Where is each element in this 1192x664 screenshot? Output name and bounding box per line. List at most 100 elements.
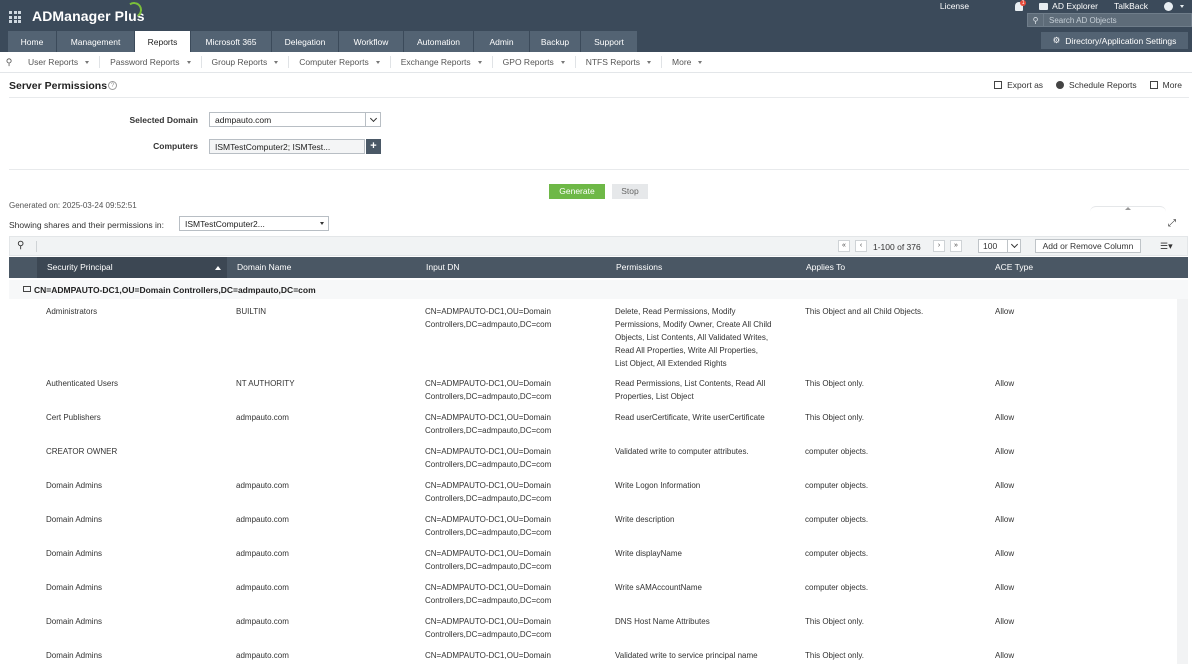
cell-domain-name: admpauto.com bbox=[236, 583, 289, 592]
search-scope-icon[interactable]: ⚲ bbox=[1028, 14, 1044, 26]
ad-explorer-link[interactable]: AD Explorer bbox=[1039, 1, 1098, 11]
report-toolbar: ⚲ « ‹ 1-100 of 376 › » 100 Add or Remove… bbox=[9, 236, 1188, 256]
cell-security-principal: Authenticated Users bbox=[46, 379, 119, 388]
subnav-gpo-reports[interactable]: GPO Reports bbox=[493, 56, 576, 68]
cell-ace-type: Allow bbox=[995, 413, 1015, 422]
subnav-more[interactable]: More bbox=[662, 56, 712, 68]
divider bbox=[9, 97, 1189, 98]
tab-backup[interactable]: Backup bbox=[530, 31, 581, 52]
cell-line: List Object, All Extended Rights bbox=[615, 359, 727, 368]
computers-value: ISMTestComputer2; ISMTest... bbox=[215, 141, 331, 152]
cell-line: Controllers,DC=admpauto,DC=com bbox=[425, 528, 552, 537]
tab-workflow[interactable]: Workflow bbox=[339, 31, 404, 52]
directory-settings-button[interactable]: ⚙ Directory/Application Settings bbox=[1041, 32, 1188, 49]
subnav-computer-reports[interactable]: Computer Reports bbox=[289, 56, 391, 68]
help-icon[interactable]: ? bbox=[108, 81, 117, 90]
tab-support[interactable]: Support bbox=[581, 31, 638, 52]
cell-domain-name: NT AUTHORITY bbox=[236, 379, 295, 388]
schedule-reports-button[interactable]: Schedule Reports bbox=[1056, 80, 1137, 90]
subnav-user-reports[interactable]: User Reports bbox=[18, 56, 101, 68]
cell-line: CN=ADMPAUTO-DC1,OU=Domain bbox=[425, 583, 551, 592]
cell-line: Read userCertificate, Write userCertific… bbox=[615, 413, 765, 422]
bell-icon: 1 bbox=[1015, 0, 1027, 11]
dropdown-toggle[interactable] bbox=[1007, 240, 1020, 252]
talkback-link[interactable]: TalkBack bbox=[1114, 1, 1148, 11]
column-input-dn[interactable]: Input DN bbox=[426, 257, 460, 278]
cell-line: Read All Properties, Write All Propertie… bbox=[615, 346, 759, 355]
list-view-icon[interactable]: ☰▾ bbox=[1160, 241, 1173, 252]
cell-security-principal: Cert Publishers bbox=[46, 413, 101, 422]
cell-applies-to: computer objects. bbox=[805, 481, 869, 490]
chevron-down-icon bbox=[647, 60, 652, 64]
chevron-down-icon bbox=[375, 60, 380, 64]
ad-search-input[interactable] bbox=[1044, 15, 1184, 25]
cell-applies-to: computer objects. bbox=[805, 515, 869, 524]
generate-button[interactable]: Generate bbox=[549, 184, 605, 199]
rows-per-page-select[interactable]: 100 bbox=[978, 239, 1021, 253]
group-label: CN=ADMPAUTO-DC1,OU=Domain Controllers,DC… bbox=[34, 285, 316, 295]
tab-automation[interactable]: Automation bbox=[404, 31, 474, 52]
computer-filter-select[interactable]: ISMTestComputer2... bbox=[179, 216, 329, 231]
tab-microsoft-365[interactable]: Microsoft 365 bbox=[191, 31, 272, 52]
add-computers-button[interactable]: + bbox=[366, 139, 381, 154]
cell-permissions: DNS Host Name Attributes bbox=[615, 615, 710, 628]
subnav-password-reports[interactable]: Password Reports bbox=[100, 56, 202, 68]
notifications-button[interactable]: 1 bbox=[985, 0, 1027, 11]
search-icon[interactable]: ⚲ bbox=[17, 240, 24, 251]
next-page-button[interactable]: › bbox=[933, 240, 945, 252]
column-security-principal[interactable]: Security Principal bbox=[37, 257, 227, 278]
cell-ace-type: Allow bbox=[995, 379, 1015, 388]
subnav-ntfs-reports[interactable]: NTFS Reports bbox=[576, 56, 663, 68]
export-button[interactable]: Export as bbox=[994, 80, 1043, 90]
domain-select[interactable]: admpauto.com bbox=[209, 112, 381, 127]
cell-line: DNS Host Name Attributes bbox=[615, 617, 710, 626]
user-menu[interactable] bbox=[1164, 1, 1184, 11]
collapse-handle[interactable] bbox=[1090, 206, 1166, 214]
cell-ace-type: Allow bbox=[995, 583, 1015, 592]
expand-icon[interactable]: ⤢ bbox=[1168, 218, 1176, 229]
first-page-button[interactable]: « bbox=[838, 240, 850, 252]
last-page-button[interactable]: » bbox=[950, 240, 962, 252]
cell-line: Properties, List Object bbox=[615, 392, 694, 401]
tab-delegation[interactable]: Delegation bbox=[272, 31, 339, 52]
column-permissions[interactable]: Permissions bbox=[616, 257, 662, 278]
chevron-down-icon bbox=[320, 222, 324, 225]
cell-domain-name: admpauto.com bbox=[236, 651, 289, 660]
notification-badge: 1 bbox=[1020, 0, 1027, 6]
app-launcher-icon[interactable] bbox=[9, 11, 21, 23]
cell-applies-to: computer objects. bbox=[805, 549, 869, 558]
cell-domain-name: admpauto.com bbox=[236, 617, 289, 626]
license-link[interactable]: License bbox=[940, 1, 969, 11]
column-applies-to[interactable]: Applies To bbox=[806, 257, 845, 278]
top-header: ADManager Plus License 1 AD Explorer Tal… bbox=[0, 0, 1192, 52]
more-actions-button[interactable]: More bbox=[1149, 80, 1182, 90]
chevron-down-icon bbox=[698, 60, 703, 64]
subnav-label: Group Reports bbox=[211, 57, 268, 67]
cell-input-dn: CN=ADMPAUTO-DC1,OU=Domain Controllers,DC=… bbox=[425, 547, 551, 573]
add-remove-column-button[interactable]: Add or Remove Column bbox=[1035, 239, 1141, 253]
cell-applies-to: This Object only. bbox=[805, 617, 864, 626]
column-domain-name[interactable]: Domain Name bbox=[237, 257, 291, 278]
stop-button[interactable]: Stop bbox=[612, 184, 648, 199]
table-scrollbar[interactable] bbox=[1177, 299, 1188, 664]
dropdown-toggle[interactable] bbox=[365, 113, 380, 126]
column-ace-type[interactable]: ACE Type bbox=[995, 257, 1033, 278]
group-row[interactable]: CN=ADMPAUTO-DC1,OU=Domain Controllers,DC… bbox=[9, 280, 1188, 299]
schedule-icon bbox=[1056, 81, 1065, 89]
subnav-exchange-reports[interactable]: Exchange Reports bbox=[391, 56, 493, 68]
main-tabs: Home Management Reports Microsoft 365 De… bbox=[8, 31, 638, 52]
cell-ace-type: Allow bbox=[995, 447, 1015, 456]
cell-applies-to: This Object and all Child Objects. bbox=[805, 307, 924, 316]
cell-security-principal: Domain Admins bbox=[46, 651, 103, 660]
tab-home[interactable]: Home bbox=[8, 31, 57, 52]
tab-management[interactable]: Management bbox=[57, 31, 135, 52]
tab-admin[interactable]: Admin bbox=[474, 31, 530, 52]
dropdown-toggle[interactable] bbox=[313, 217, 328, 230]
search-icon[interactable]: ⚲ bbox=[0, 57, 18, 68]
tab-reports[interactable]: Reports bbox=[135, 31, 191, 52]
cell-permissions: Validated write to computer attributes. bbox=[615, 445, 749, 458]
subnav-group-reports[interactable]: Group Reports bbox=[202, 56, 290, 68]
computers-field[interactable]: ISMTestComputer2; ISMTest... bbox=[209, 139, 365, 154]
prev-page-button[interactable]: ‹ bbox=[855, 240, 867, 252]
cell-ace-type: Allow bbox=[995, 651, 1015, 660]
